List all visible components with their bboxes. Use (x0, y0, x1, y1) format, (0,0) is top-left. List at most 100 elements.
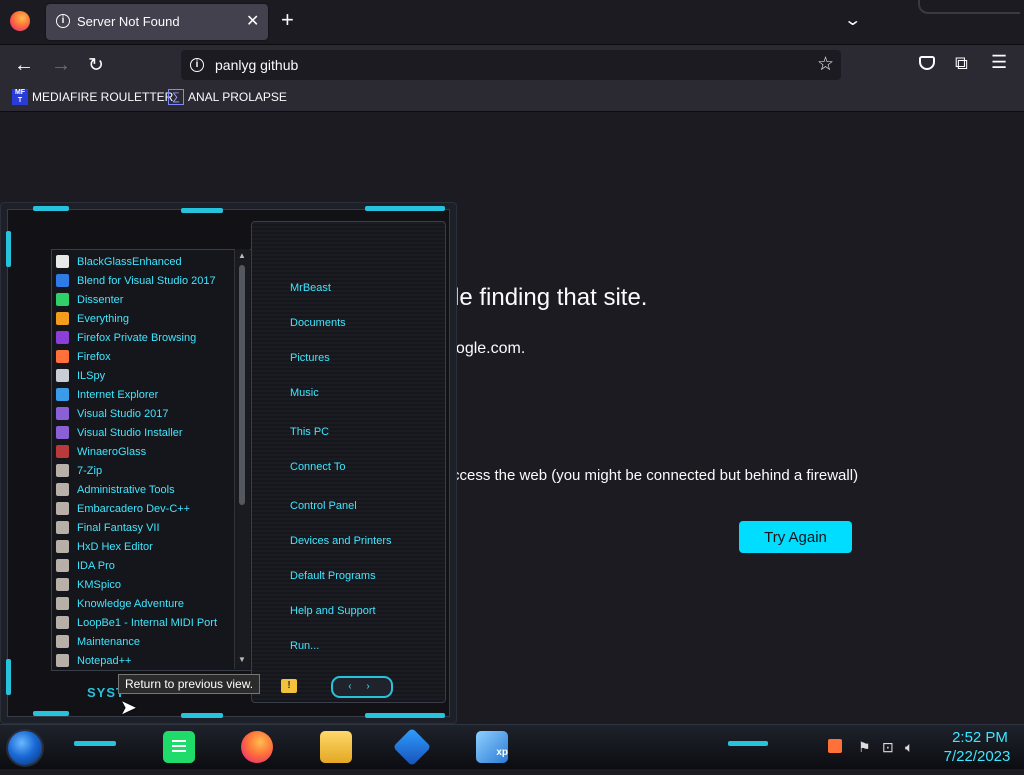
clock-time[interactable]: 2:52 PM (942, 729, 1018, 746)
bookmark-anal-prolapse[interactable]: ∑ ANAL PROLAPSE (168, 89, 287, 105)
program-item[interactable]: Everything (56, 309, 129, 328)
bookmarks-toolbar: MF T MEDIAFIRE ROULETTER ∑ ANAL PROLAPSE (0, 85, 1024, 112)
start-button[interactable] (8, 731, 42, 765)
program-icon (56, 654, 69, 667)
program-item[interactable]: Dissenter (56, 290, 123, 309)
program-item[interactable]: Knowledge Adventure (56, 594, 184, 613)
program-item[interactable]: LoopBe1 - Internal MIDI Port (56, 613, 217, 632)
program-item[interactable]: Administrative Tools (56, 480, 175, 499)
scroll-thumb[interactable] (239, 265, 245, 505)
new-tab-button[interactable]: + (281, 9, 294, 31)
program-icon (56, 407, 69, 420)
program-label: Dissenter (77, 293, 124, 306)
program-icon (56, 388, 69, 401)
place-item[interactable]: Devices and Printers (290, 535, 392, 547)
start-menu: BlackGlassEnhanced Blend for Visual Studi… (0, 202, 457, 724)
menu-icon[interactable]: ☰ (991, 52, 1007, 73)
tray-firefox-icon[interactable] (828, 739, 842, 753)
frame-accent (181, 208, 223, 213)
program-icon (56, 616, 69, 629)
bookmark-star-icon[interactable]: ☆ (817, 53, 834, 76)
try-again-button[interactable]: Try Again (739, 521, 852, 553)
program-item[interactable]: IDA Pro (56, 556, 115, 575)
program-item[interactable]: BlackGlassEnhanced (56, 252, 182, 271)
network-icon[interactable]: ⊡ (882, 739, 894, 756)
close-icon[interactable]: ✕ (246, 11, 259, 31)
program-icon (56, 483, 69, 496)
program-item[interactable]: Maintenance (56, 632, 140, 651)
program-label: HxD Hex Editor (77, 540, 153, 553)
program-item[interactable]: Visual Studio 2017 (56, 404, 169, 423)
program-label: WinaeroGlass (77, 445, 147, 458)
program-item[interactable]: Visual Studio Installer (56, 423, 183, 442)
scroll-down-icon[interactable]: ▼ (238, 655, 246, 664)
program-item[interactable]: Firefox Private Browsing (56, 328, 196, 347)
info-icon[interactable]: i (190, 58, 204, 72)
program-item[interactable]: HxD Hex Editor (56, 537, 153, 556)
sigma-icon: ∑ (168, 89, 184, 105)
programs-list[interactable]: BlackGlassEnhanced Blend for Visual Studi… (51, 249, 252, 671)
pocket-icon[interactable] (919, 56, 935, 70)
extensions-icon[interactable]: ⧉ (955, 53, 968, 74)
program-item[interactable]: Embarcadero Dev-C++ (56, 499, 190, 518)
bookmark-label: ANAL PROLAPSE (188, 90, 287, 104)
mediafire-icon: MF T (12, 89, 28, 105)
program-item[interactable]: KMSpico (56, 575, 121, 594)
url-bar[interactable]: i panlyg github ☆ (181, 50, 841, 80)
place-item[interactable]: This PC (290, 426, 329, 438)
places-panel: MrBeast Documents Pictures Music This PC Conn… (251, 221, 446, 703)
program-icon (56, 540, 69, 553)
place-item[interactable]: Documents (290, 317, 346, 329)
program-label: Firefox Private Browsing (77, 331, 197, 344)
firefox-icon[interactable] (241, 731, 273, 763)
program-item[interactable]: Internet Explorer (56, 385, 158, 404)
taskbar-accent (728, 741, 768, 746)
reload-button[interactable]: ↻ (85, 54, 107, 77)
info-icon: i (56, 14, 70, 28)
warning-icon[interactable]: ! (281, 679, 297, 693)
program-item[interactable]: WinaeroGlass (56, 442, 146, 461)
place-item[interactable]: Run... (290, 640, 319, 652)
flag-icon[interactable]: ⚑ (858, 739, 871, 756)
program-item[interactable]: Firefox (56, 347, 111, 366)
place-item[interactable]: Pictures (290, 352, 330, 364)
bookmark-mediafire[interactable]: MF T MEDIAFIRE ROULETTER (12, 89, 173, 105)
program-label: Visual Studio Installer (77, 426, 183, 439)
file-explorer-icon[interactable] (320, 731, 352, 763)
program-item[interactable]: ILSpy (56, 366, 105, 385)
place-item[interactable]: Default Programs (290, 570, 376, 582)
url-input[interactable]: panlyg github (215, 57, 298, 73)
program-item[interactable]: Blend for Visual Studio 2017 (56, 271, 216, 290)
forward-button[interactable]: → (50, 54, 72, 77)
scroll-up-icon[interactable]: ▲ (238, 251, 246, 260)
menu-navigation-arrows[interactable]: ‹ › (331, 676, 393, 698)
volume-icon[interactable]: 🔈︎ (905, 739, 913, 756)
program-icon (56, 312, 69, 325)
chevron-down-icon[interactable]: ⌄ (843, 10, 862, 30)
programs-scrollbar[interactable]: ▲ ▼ (234, 249, 250, 669)
program-label: IDA Pro (77, 559, 115, 572)
program-item[interactable]: 7-Zip (56, 461, 102, 480)
xp-icon[interactable]: xp (476, 731, 508, 763)
place-item[interactable]: Help and Support (290, 605, 376, 617)
program-icon (56, 293, 69, 306)
program-item[interactable]: Notepad++ (56, 651, 131, 670)
frame-accent (33, 206, 69, 211)
back-button[interactable]: ← (13, 54, 35, 77)
program-label: Notepad++ (77, 654, 132, 667)
place-item[interactable]: MrBeast (290, 282, 331, 294)
tooltip: Return to previous view. (118, 674, 261, 694)
place-item[interactable]: Control Panel (290, 500, 357, 512)
program-label: Maintenance (77, 635, 140, 648)
place-item[interactable]: Connect To (290, 461, 345, 473)
nav-toolbar: ← → ↻ i panlyg github ☆ ⧉ ☰ (0, 45, 1024, 85)
place-item[interactable]: Music (290, 387, 319, 399)
tab-server-not-found[interactable]: i Server Not Found ✕ (46, 4, 268, 40)
clock-date[interactable]: 7/22/2023 (934, 748, 1020, 765)
program-icon (56, 426, 69, 439)
virtualbox-icon[interactable] (392, 727, 432, 767)
program-label: Everything (77, 312, 129, 325)
program-icon (56, 597, 69, 610)
notes-icon[interactable] (163, 731, 195, 763)
program-item[interactable]: Final Fantasy VII (56, 518, 160, 537)
